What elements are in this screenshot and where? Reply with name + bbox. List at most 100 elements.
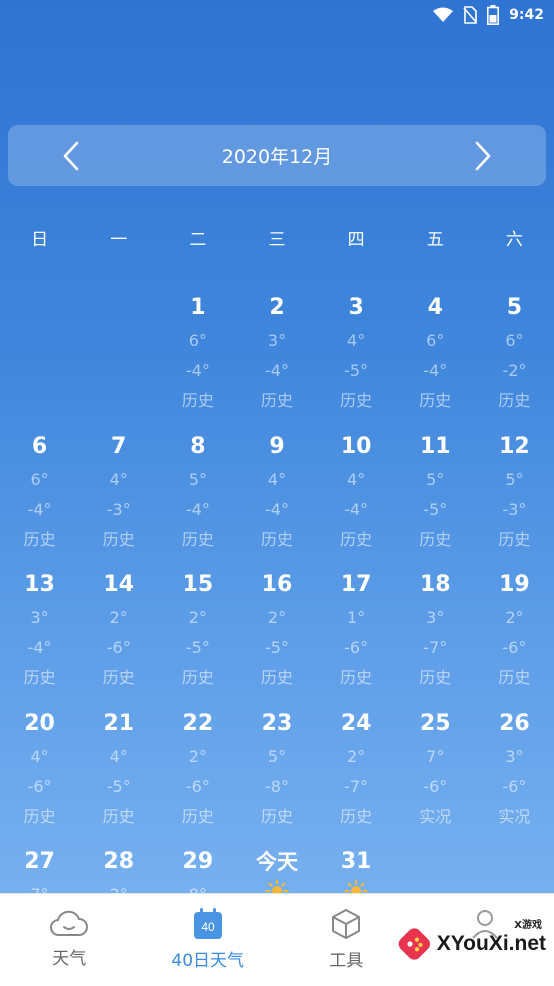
day-status-tag: 历史	[102, 668, 135, 687]
calendar-day-cell[interactable]: 2 3° -4° 历史	[237, 290, 316, 429]
day-high-temp: 1°	[347, 608, 366, 627]
day-number: 9	[269, 433, 285, 459]
calendar-day-cell[interactable]: 12 5° -3° 历史	[475, 429, 554, 568]
tab-weather[interactable]: 天气	[0, 894, 139, 986]
day-status-tag: 历史	[102, 806, 135, 826]
weekday-label: 四	[347, 230, 365, 250]
calendar-day-cell[interactable]: 20 4° -6° 历史	[0, 706, 79, 845]
day-high-temp: 5°	[426, 469, 445, 489]
day-low-temp: -3°	[106, 499, 131, 519]
calendar-day-cell[interactable]: 17 1° -6° 历史	[317, 567, 396, 706]
tab-tools[interactable]: 工具	[277, 894, 416, 986]
day-status-tag: 历史	[340, 391, 373, 410]
calendar-day-cell[interactable]: 21 4° -5° 历史	[79, 706, 158, 845]
month-title: 2020年12月	[221, 146, 333, 168]
day-low-temp: -4°	[265, 361, 289, 380]
calendar-day-cell[interactable]: 14 2° -6° 历史	[79, 567, 158, 706]
tab-40-day-weather[interactable]: 40 40日天气	[139, 894, 278, 986]
day-number: 21	[103, 710, 135, 736]
watermark: X游戏 XYouXi.net	[396, 916, 546, 972]
prev-month-button[interactable]	[56, 136, 86, 176]
weekday-label: 一	[110, 230, 128, 250]
calendar-day-cell[interactable]: 5 6° -2° 历史	[475, 290, 554, 429]
day-status-tag: 历史	[340, 529, 373, 549]
day-status-tag: 实况	[419, 806, 452, 826]
calendar-day-cell[interactable]: 19 2° -6° 历史	[475, 567, 554, 706]
day-high-temp: 5°	[267, 746, 287, 766]
calendar-icon: 40	[193, 908, 222, 939]
calendar-day-cell[interactable]: 6 6° -4° 历史	[0, 429, 79, 568]
day-number: 23	[261, 710, 293, 736]
day-number: 8	[190, 433, 206, 459]
calendar-day-cell[interactable]: 15 2° -5° 历史	[158, 567, 237, 706]
day-low-temp: -5°	[344, 361, 369, 380]
day-status-tag: 历史	[498, 391, 531, 410]
day-status-tag: 历史	[23, 806, 56, 826]
day-low-temp: -2°	[502, 361, 527, 380]
calendar-day-cell[interactable]: 9 4° -4° 历史	[237, 429, 316, 568]
day-high-temp: 4°	[109, 469, 128, 489]
day-low-temp: -6°	[344, 638, 369, 657]
day-status-tag: 历史	[260, 529, 293, 549]
calendar-day-cell[interactable]: 3 4° -5° 历史	[317, 290, 396, 429]
calendar-day-cell[interactable]: 10 4° -4° 历史	[317, 429, 396, 568]
weekday-label: 三	[268, 230, 286, 250]
weekday-header: 日 一 二 三 四 五 六	[0, 225, 554, 255]
weekday-label: 二	[189, 230, 207, 250]
chevron-left-icon	[63, 141, 79, 170]
calendar-day-cell[interactable]: 11 5° -5° 历史	[396, 429, 475, 568]
cloud-icon	[50, 910, 89, 936]
day-number: 5	[506, 295, 523, 320]
calendar-day-cell[interactable]: 7 4° -3° 历史	[79, 429, 158, 568]
calendar-day-cell[interactable]: 4 6° -4° 历史	[396, 290, 475, 429]
day-low-temp: -6°	[185, 776, 210, 796]
day-low-temp: -4°	[423, 361, 448, 380]
day-low-temp: -4°	[185, 361, 210, 380]
day-number: 今天	[255, 850, 298, 874]
calendar-day-cell[interactable]: 18 3° -7° 历史	[396, 567, 475, 706]
day-high-temp: 2°	[188, 608, 207, 627]
day-low-temp: -6°	[502, 776, 527, 796]
day-low-temp: -7°	[344, 776, 369, 796]
calendar-day-cell[interactable]: 25 7° -6° 实况	[396, 706, 475, 845]
calendar-day-cell[interactable]: 8 5° -4° 历史	[158, 429, 237, 568]
day-high-temp: 6°	[30, 469, 49, 489]
day-high-temp: 6°	[188, 331, 207, 350]
watermark-small-text: X游戏	[514, 920, 542, 931]
day-number: 4	[427, 295, 443, 320]
day-number: 29	[182, 849, 214, 874]
day-low-temp: -6°	[502, 638, 527, 657]
calendar-day-cell[interactable]: 13 3° -4° 历史	[0, 567, 79, 706]
day-number: 26	[499, 710, 530, 736]
weekday-label: 六	[505, 230, 523, 250]
month-navigator: 2020年12月	[8, 125, 546, 186]
cube-icon	[332, 909, 361, 939]
calendar-day-cell[interactable]: 23 5° -8° 历史	[237, 706, 316, 845]
calendar-empty-cell	[79, 290, 158, 429]
day-high-temp: 4°	[267, 469, 287, 489]
day-high-temp: 2°	[505, 608, 524, 627]
next-month-button[interactable]	[468, 136, 498, 176]
day-number: 1	[190, 295, 206, 320]
day-low-temp: -8°	[265, 776, 289, 796]
day-high-temp: 2°	[188, 746, 207, 766]
day-status-tag: 历史	[181, 529, 214, 549]
calendar-icon-text: 40	[201, 920, 215, 934]
game-controller-logo-icon	[398, 928, 430, 960]
calendar-day-cell[interactable]: 1 6° -4° 历史	[158, 290, 237, 429]
day-high-temp: 3°	[505, 746, 524, 766]
day-low-temp: -5°	[185, 638, 210, 657]
calendar-day-cell[interactable]: 26 3° -6° 实况	[475, 706, 554, 845]
day-high-temp: 3°	[267, 331, 287, 350]
day-high-temp: 2°	[347, 746, 366, 766]
day-number: 10	[340, 433, 372, 459]
day-high-temp: 3°	[426, 608, 445, 627]
day-status-tag: 历史	[340, 668, 373, 687]
day-number: 11	[419, 433, 451, 459]
day-low-temp: -7°	[423, 638, 448, 657]
calendar-day-cell[interactable]: 16 2° -5° 历史	[237, 567, 316, 706]
calendar-day-cell[interactable]: 22 2° -6° 历史	[158, 706, 237, 845]
calendar-day-cell[interactable]: 24 2° -7° 历史	[317, 706, 396, 845]
day-high-temp: 5°	[188, 469, 207, 489]
day-status-tag: 历史	[23, 529, 56, 549]
